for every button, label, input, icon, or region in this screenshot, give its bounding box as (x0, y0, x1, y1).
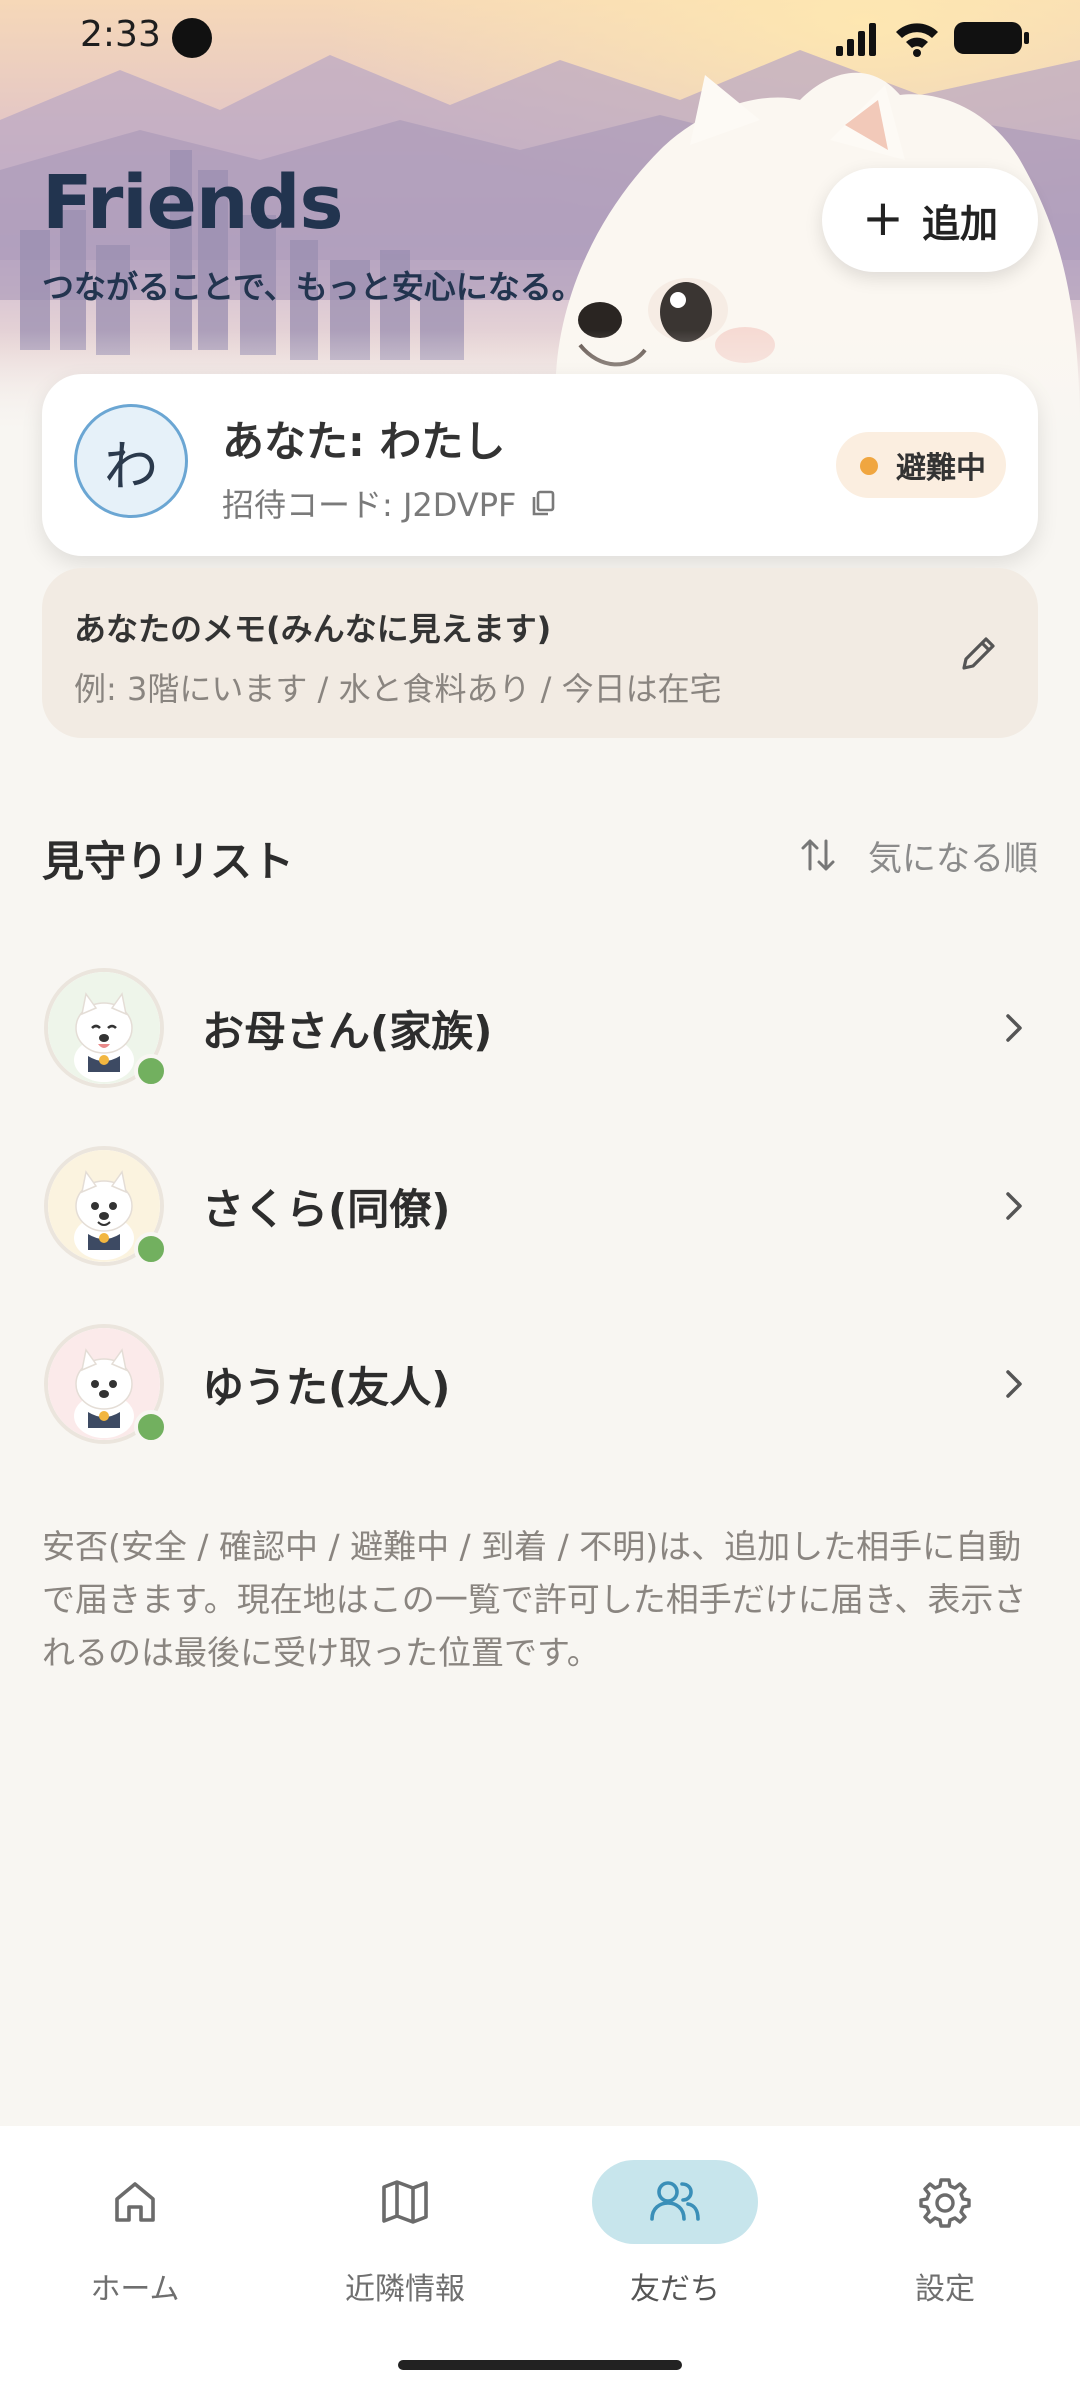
map-icon (382, 2180, 428, 2224)
friend-name: ゆうた(友人) (202, 1363, 451, 1412)
nav-settings[interactable]: 設定 (850, 2160, 1040, 2310)
gear-icon (919, 2178, 971, 2228)
privacy-note: 安否(安全 / 確認中 / 避難中 / 到着 / 不明)は、追加した相手に自動で… (42, 1527, 1027, 1672)
add-friend-button[interactable]: + 追加 (822, 168, 1038, 272)
my-profile-card[interactable]: わ あなた: わたし 招待コード: J2DVPF 避難中 (42, 374, 1038, 556)
status-dot (860, 457, 878, 475)
friend-row[interactable]: さくら(同僚) (0, 1124, 1080, 1294)
signal-icon (836, 23, 876, 56)
memo-input[interactable]: 例: 3階にいます / 水と食料あり / 今日は在宅 (74, 664, 722, 710)
sort-arrows-icon (801, 839, 835, 871)
invite-code-row[interactable]: 招待コード: J2DVPF (222, 480, 558, 526)
people-icon (650, 2181, 700, 2221)
add-button-label: 追加 (921, 201, 998, 246)
nav-home[interactable]: ホーム (40, 2160, 230, 2310)
status-time: 2:33 (80, 14, 161, 55)
bottom-navigation: ホーム 近隣情報 友だち 設定 (0, 2126, 1080, 2400)
memo-card[interactable]: あなたのメモ(みんなに見えます) 例: 3階にいます / 水と食料あり / 今日… (42, 568, 1038, 738)
status-icons (836, 22, 1029, 57)
nav-friends[interactable]: 友だち (580, 2160, 770, 2310)
invite-code: 招待コード: J2DVPF (222, 486, 517, 524)
nav-neighborhood[interactable]: 近隣情報 (310, 2160, 500, 2310)
nav-label: 設定 (915, 2272, 975, 2307)
nav-label: 友だち (630, 2272, 720, 2307)
home-indicator[interactable] (398, 2360, 682, 2370)
status-label: 避難中 (896, 451, 986, 486)
status-badge[interactable]: 避難中 (836, 432, 1006, 498)
page-title: Friends (42, 160, 344, 246)
chevron-right-icon (1006, 1014, 1022, 1042)
pencil-icon[interactable] (954, 628, 1004, 678)
sort-label: 気になる順 (868, 838, 1038, 879)
chevron-right-icon (1006, 1192, 1022, 1220)
friend-name: さくら(同僚) (202, 1185, 451, 1234)
copy-icon[interactable] (528, 488, 558, 518)
friend-row[interactable]: お母さん(家族) (0, 946, 1080, 1116)
status-bar: 2:33 (0, 0, 1080, 72)
plus-icon: + (862, 189, 904, 247)
home-icon (115, 2182, 155, 2222)
memo-title: あなたのメモ(みんなに見えます) (74, 610, 552, 648)
battery-icon (954, 22, 1029, 54)
avatar: わ (74, 404, 188, 518)
wifi-icon (896, 23, 938, 57)
watch-list-title: 見守りリスト (42, 837, 295, 886)
nav-label: 近隣情報 (345, 2272, 465, 2307)
chevron-right-icon (1006, 1370, 1022, 1398)
friend-name: お母さん(家族) (202, 1007, 493, 1056)
online-indicator (134, 1054, 168, 1088)
nav-label: ホーム (90, 2272, 180, 2307)
friend-row[interactable]: ゆうた(友人) (0, 1302, 1080, 1472)
online-indicator (134, 1232, 168, 1266)
sort-button[interactable]: 気になる順 (798, 830, 1038, 880)
my-name: あなた: わたし (222, 417, 506, 466)
camera-cutout (172, 18, 212, 58)
page-subtitle: つながることで、もっと安心になる。 (42, 268, 584, 306)
online-indicator (134, 1410, 168, 1444)
